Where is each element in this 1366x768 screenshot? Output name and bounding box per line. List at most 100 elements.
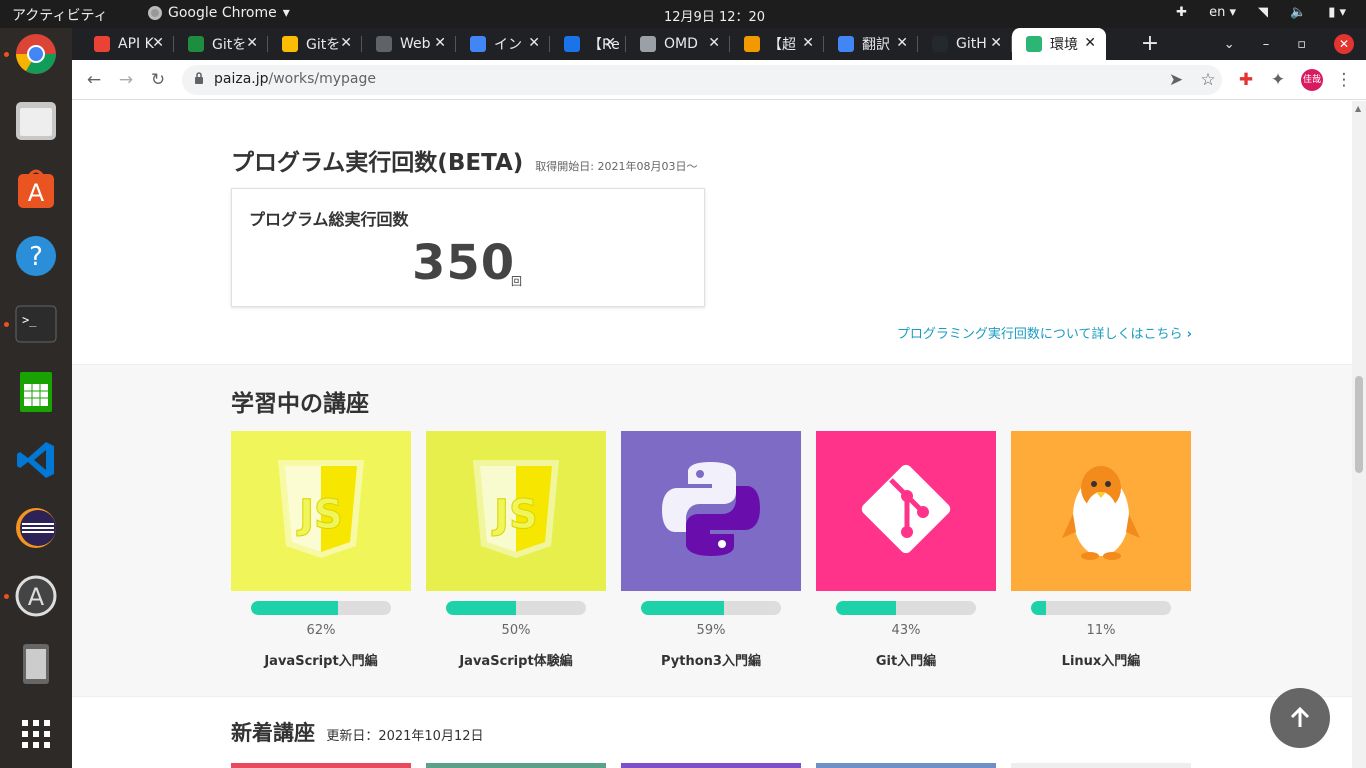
new-course-thumb[interactable] <box>621 763 801 768</box>
course-thumbnail[interactable]: JS <box>426 431 606 591</box>
tab-close-icon[interactable]: ✕ <box>604 35 616 51</box>
extension-plus-icon[interactable]: ✚ <box>1236 70 1256 90</box>
calc-icon[interactable] <box>12 368 60 416</box>
chrome-icon[interactable] <box>12 30 60 78</box>
chrome-icon <box>148 6 162 20</box>
browser-tab[interactable]: 【超 ✕ <box>730 28 824 60</box>
tab-search-icon[interactable]: ⌄ <box>1224 37 1235 52</box>
course-thumbnail[interactable] <box>621 431 801 591</box>
back-icon[interactable]: ← <box>84 70 104 90</box>
forward-icon[interactable]: → <box>116 70 136 90</box>
app-grid-icon[interactable] <box>12 710 60 758</box>
new-course-thumb[interactable] <box>1011 763 1191 768</box>
device-icon[interactable] <box>12 640 60 688</box>
course-progress-bar <box>641 601 781 615</box>
tab-favicon-icon <box>932 36 948 52</box>
address-bar[interactable]: paiza.jp/works/mypage ➤ ☆ <box>182 65 1222 95</box>
menu-kebab-icon[interactable]: ⋮ <box>1334 70 1354 90</box>
tab-close-icon[interactable]: ✕ <box>340 35 352 51</box>
course-card[interactable]: JS 50% JavaScript体験編 <box>426 431 606 669</box>
running-indicator <box>4 52 9 57</box>
course-name[interactable]: JavaScript入門編 <box>231 650 411 669</box>
help-icon[interactable]: ? <box>12 232 60 280</box>
browser-tab[interactable]: Gitを ✕ <box>268 28 362 60</box>
new-course-thumb[interactable] <box>426 763 606 768</box>
scroll-up-arrow-icon[interactable]: ▲ <box>1355 104 1361 113</box>
tab-favicon-icon <box>188 36 204 52</box>
browser-tab[interactable]: 環境 ✕ <box>1012 28 1106 60</box>
tab-favicon-icon <box>640 36 656 52</box>
javascript-icon: JS <box>461 454 571 568</box>
course-name[interactable]: Linux入門編 <box>1011 650 1191 669</box>
course-thumbnail[interactable] <box>816 431 996 591</box>
exec-more-link[interactable]: プログラミング実行回数について詳しくはこちら › <box>897 323 1192 342</box>
extensions-puzzle-icon[interactable]: ✦ <box>1268 70 1288 90</box>
exec-count-unit: 回 <box>511 275 522 288</box>
tab-close-icon[interactable]: ✕ <box>246 35 258 51</box>
tab-close-icon[interactable]: ✕ <box>1084 35 1096 51</box>
course-card[interactable]: 43% Git入門編 <box>816 431 996 669</box>
terminal-icon[interactable]: >_ <box>12 300 60 348</box>
tab-close-icon[interactable]: ✕ <box>802 35 814 51</box>
browser-tab[interactable]: イン ✕ <box>456 28 550 60</box>
course-name[interactable]: Git入門編 <box>816 650 996 669</box>
browser-tab[interactable]: API K ✕ <box>80 28 174 60</box>
profile-avatar[interactable]: 佳哉 <box>1301 69 1323 91</box>
battery-icon[interactable]: ▮ ▾ <box>1328 5 1346 20</box>
course-card[interactable]: 11% Linux入門編 <box>1011 431 1191 669</box>
browser-tab[interactable]: Web ✕ <box>362 28 456 60</box>
new-courses-title: 新着講座 更新日：2021年10月12日 <box>231 721 484 745</box>
clock[interactable]: 12月9日 12：20 <box>664 6 765 25</box>
tab-close-icon[interactable]: ✕ <box>896 35 908 51</box>
tab-close-icon[interactable]: ✕ <box>990 35 1002 51</box>
app-menu[interactable]: Google Chrome ▾ <box>148 5 290 21</box>
gamepad-icon[interactable]: ✚ <box>1176 5 1187 20</box>
tab-title: 環境 <box>1050 37 1078 53</box>
course-progress-bar <box>446 601 586 615</box>
browser-tab[interactable]: 翻訳 ✕ <box>824 28 918 60</box>
activities-button[interactable]: アクティビティ <box>12 5 108 25</box>
new-tab-button[interactable]: + <box>1138 32 1162 56</box>
course-thumbnail[interactable]: JS <box>231 431 411 591</box>
course-progress-bar <box>251 601 391 615</box>
close-window-button[interactable]: ✕ <box>1334 34 1354 54</box>
course-card[interactable]: JS 62% JavaScript入門編 <box>231 431 411 669</box>
new-course-thumb[interactable] <box>816 763 996 768</box>
browser-tab[interactable]: GitH ✕ <box>918 28 1012 60</box>
penguin-icon <box>1046 454 1156 568</box>
svg-text:A: A <box>28 583 45 611</box>
course-progress-bar <box>1031 601 1171 615</box>
tab-close-icon[interactable]: ✕ <box>708 35 720 51</box>
tab-favicon-icon <box>282 36 298 52</box>
tab-title: API K <box>118 36 154 52</box>
browser-tab[interactable]: Gitを ✕ <box>174 28 268 60</box>
tab-close-icon[interactable]: ✕ <box>528 35 540 51</box>
scroll-to-top-button[interactable] <box>1270 688 1330 748</box>
vscode-icon[interactable] <box>12 436 60 484</box>
appcenter-icon[interactable]: A <box>12 572 60 620</box>
bookmark-star-icon[interactable]: ☆ <box>1198 70 1218 90</box>
input-method[interactable]: en ▾ <box>1209 5 1236 20</box>
new-course-thumb[interactable] <box>231 763 411 768</box>
scrollbar-thumb[interactable] <box>1355 376 1363 473</box>
browser-tab[interactable]: OMD ✕ <box>626 28 730 60</box>
volume-icon[interactable]: 🔈 <box>1290 5 1306 20</box>
reload-icon[interactable]: ↻ <box>148 70 168 90</box>
course-thumbnail[interactable] <box>1011 431 1191 591</box>
course-name[interactable]: JavaScript体験編 <box>426 650 606 669</box>
tab-close-icon[interactable]: ✕ <box>434 35 446 51</box>
svg-text:JS: JS <box>491 492 538 538</box>
eclipse-icon[interactable] <box>12 504 60 552</box>
software-icon[interactable]: A <box>12 164 60 212</box>
minimize-button[interactable]: – <box>1263 37 1270 52</box>
files-icon[interactable] <box>12 96 60 144</box>
tab-close-icon[interactable]: ✕ <box>152 35 164 51</box>
course-name[interactable]: Python3入門編 <box>621 650 801 669</box>
send-icon[interactable]: ➤ <box>1166 70 1186 90</box>
browser-tab[interactable]: 【Re ✕ <box>550 28 626 60</box>
tab-strip: API K ✕ Gitを ✕ Gitを ✕ Web ✕ イン ✕ 【Re ✕ OMD ✕ 【超 ✕ 翻訳 ✕ Git… <box>72 28 1366 60</box>
maximize-button[interactable]: ▫ <box>1297 37 1306 52</box>
course-card[interactable]: 59% Python3入門編 <box>621 431 801 669</box>
wifi-icon[interactable]: ◥ <box>1258 5 1268 20</box>
page-scrollbar[interactable]: ▲ <box>1352 101 1366 768</box>
